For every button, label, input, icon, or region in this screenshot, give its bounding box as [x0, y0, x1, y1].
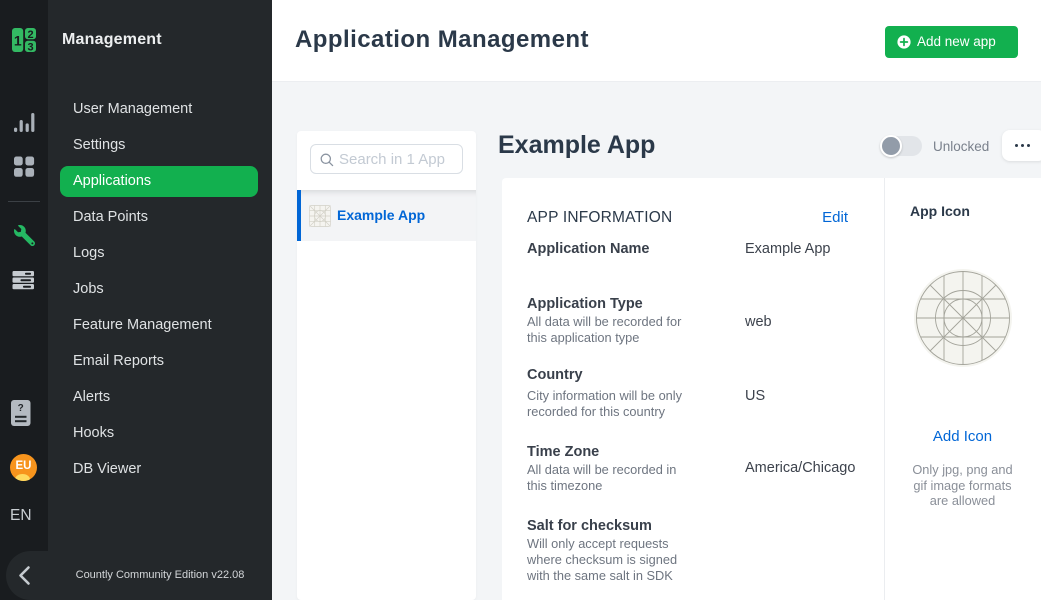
svg-text:2: 2 — [28, 29, 34, 41]
svg-text:3: 3 — [28, 42, 34, 52]
svg-text:?: ? — [18, 403, 24, 414]
svg-text:1: 1 — [14, 32, 22, 48]
